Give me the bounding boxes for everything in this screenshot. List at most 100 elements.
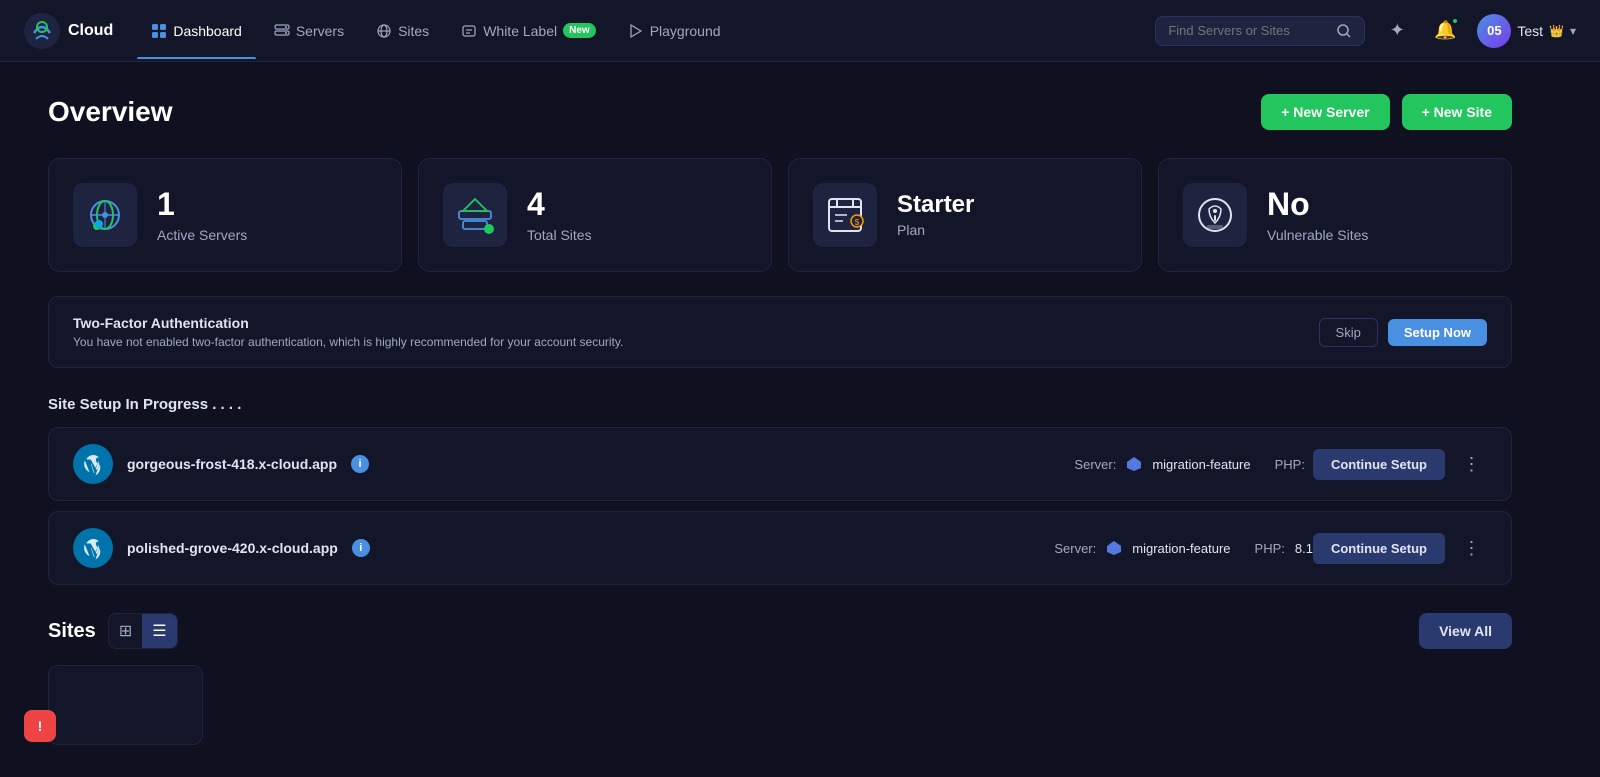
site-php-1: PHP: [1275,457,1313,472]
php-version-2: 8.1 [1295,541,1313,556]
dashboard-icon [151,23,167,39]
site-row-right-2: Continue Setup ⋮ [1313,533,1487,564]
navbar: Cloud Dashboard Servers Sites White Labe… [0,0,1600,62]
site-php-2: PHP: 8.1 [1255,541,1313,556]
new-badge: New [563,23,596,38]
continue-setup-btn-1[interactable]: Continue Setup [1313,449,1445,480]
username: Test [1517,23,1543,39]
sites-header: Sites ⊞ ☰ View All [48,613,1512,649]
twofa-description: You have not enabled two-factor authenti… [73,335,623,349]
site-server-1: Server: migration-feature [1074,454,1250,474]
nav-item-sites[interactable]: Sites [362,15,443,47]
stat-info-vulnerable: No Vulnerable Sites [1267,187,1368,242]
site-meta-2: Server: migration-feature PHP: 8.1 [1054,538,1313,558]
continue-setup-btn-2[interactable]: Continue Setup [1313,533,1445,564]
active-servers-count: 1 [157,187,247,222]
avatar: 05 [1477,14,1511,48]
logo-text: Cloud [68,22,113,40]
server-brand-icon-1 [1124,454,1144,474]
more-options-btn-1[interactable]: ⋮ [1457,449,1487,479]
site-row: gorgeous-frost-418.x-cloud.app i Server:… [48,427,1512,501]
stat-icon-sites [443,183,507,247]
site-row-left-2: polished-grove-420.x-cloud.app i [73,528,1054,568]
stat-icon-vulnerable [1183,183,1247,247]
site-setup-title: Site Setup In Progress . . . . [48,396,1512,413]
server-brand-icon-2 [1104,538,1124,558]
stat-card-vulnerable: No Vulnerable Sites [1158,158,1512,272]
servers-nav-icon [274,23,290,39]
svg-text:$: $ [855,218,860,227]
stat-card-active-servers: 1 Active Servers [48,158,402,272]
grid-view-btn[interactable]: ⊞ [109,614,142,648]
sites-nav-icon [376,23,392,39]
nav-playground-label: Playground [650,23,721,39]
server-label-2: Server: [1054,541,1096,556]
site-name-2: polished-grove-420.x-cloud.app [127,540,338,556]
stat-card-total-sites: 4 Total Sites [418,158,772,272]
list-view-btn[interactable]: ☰ [142,614,176,648]
nav-links: Dashboard Servers Sites White Label New … [137,15,1147,47]
logo[interactable]: Cloud [24,13,113,49]
nav-item-whitelabel[interactable]: White Label New [447,15,610,47]
bottom-notification[interactable]: ! [24,710,56,742]
nav-item-servers[interactable]: Servers [260,15,358,47]
nav-whitelabel-label: White Label [483,23,557,39]
site-row-right-1: Continue Setup ⋮ [1313,449,1487,480]
wordpress-icon-1 [73,444,113,484]
setup-now-button[interactable]: Setup Now [1388,319,1487,346]
stats-grid: 1 Active Servers 4 Total Sites [48,158,1512,272]
logo-icon [24,13,60,49]
stat-info-servers: 1 Active Servers [157,187,247,242]
active-servers-label: Active Servers [157,227,247,243]
nav-servers-label: Servers [296,23,344,39]
page-header: Overview + New Server + New Site [48,94,1512,130]
user-menu[interactable]: 05 Test 👑 ▾ [1477,14,1576,48]
crown-icon: 👑 [1549,24,1564,38]
search-input[interactable] [1168,23,1328,38]
notifications-btn[interactable]: 🔔 [1429,15,1461,47]
site-info-icon-2[interactable]: i [352,539,370,557]
site-name-1: gorgeous-frost-418.x-cloud.app [127,456,337,472]
php-label-1: PHP: [1275,457,1305,472]
plan-label: Plan [897,222,974,238]
nav-item-dashboard[interactable]: Dashboard [137,15,256,47]
stat-icon-servers [73,183,137,247]
php-label-2: PHP: [1255,541,1285,556]
chevron-down-icon: ▾ [1570,24,1576,38]
notification-dot [1451,17,1459,25]
nav-right: ✦ 🔔 05 Test 👑 ▾ [1155,14,1576,48]
total-sites-count: 4 [527,187,592,222]
stat-card-plan: $ Starter Plan [788,158,1142,272]
grid-icon: ⊞ [119,621,132,641]
site-meta-1: Server: migration-feature PHP: [1074,454,1313,474]
nav-sites-label: Sites [398,23,429,39]
twofa-title: Two-Factor Authentication [73,315,623,331]
sites-section-title: Sites [48,620,96,643]
more-options-btn-2[interactable]: ⋮ [1457,533,1487,563]
notif-icon: ! [38,718,43,734]
whitelabel-nav-icon [461,23,477,39]
sparkle-btn[interactable]: ✦ [1381,15,1413,47]
header-actions: + New Server + New Site [1261,94,1512,130]
stat-info-sites: 4 Total Sites [527,187,592,242]
skip-button[interactable]: Skip [1319,318,1378,347]
stat-info-plan: Starter Plan [897,192,974,238]
twofa-actions: Skip Setup Now [1319,318,1487,347]
new-site-button[interactable]: + New Site [1402,94,1512,130]
new-server-button[interactable]: + New Server [1261,94,1389,130]
server-label-1: Server: [1074,457,1116,472]
twofa-banner: Two-Factor Authentication You have not e… [48,296,1512,368]
view-all-button[interactable]: View All [1419,613,1512,649]
sites-header-left: Sites ⊞ ☰ [48,613,178,649]
stat-icon-plan: $ [813,183,877,247]
site-row-2: polished-grove-420.x-cloud.app i Server:… [48,511,1512,585]
sites-grid [48,665,1512,745]
nav-dashboard-label: Dashboard [173,23,242,39]
server-name-2: migration-feature [1132,541,1230,556]
nav-item-playground[interactable]: Playground [614,15,735,47]
wordpress-icon-2 [73,528,113,568]
search-bar[interactable] [1155,16,1365,46]
page-title: Overview [48,96,173,128]
site-info-icon-1[interactable]: i [351,455,369,473]
site-card-partial[interactable] [48,665,203,745]
